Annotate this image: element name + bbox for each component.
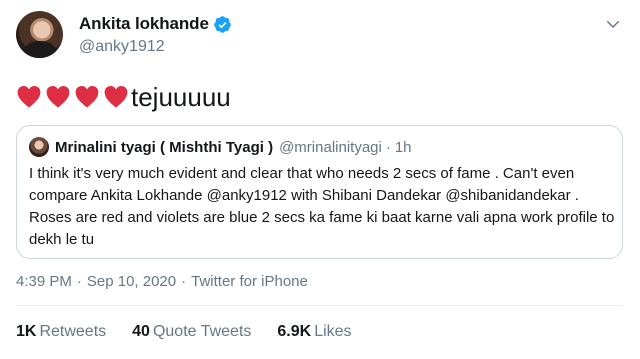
tweet-stats: 1K Retweets 40 Quote Tweets 6.9K Likes <box>16 321 378 343</box>
quoted-author-avatar <box>29 137 49 157</box>
quoted-tweet[interactable]: Mrinalini tyagi ( Mishthi Tyagi ) @mrina… <box>16 125 623 259</box>
author-name[interactable]: Ankita lokhande <box>79 14 209 34</box>
author-avatar[interactable] <box>16 11 63 58</box>
meta-separator: · <box>76 272 82 290</box>
quoted-tweet-header: Mrinalini tyagi ( Mishthi Tyagi ) @mrina… <box>29 136 412 158</box>
verified-badge-icon <box>213 15 232 34</box>
divider <box>16 305 623 306</box>
quoted-author-handle: @mrinalinityagi <box>279 138 382 156</box>
quoted-tweet-body: I think it's very much evident and clear… <box>29 165 615 248</box>
quote-tweets-count: 40 <box>132 323 150 340</box>
quote-tweets-label: Quote Tweets <box>152 323 252 340</box>
quoted-tweet-time: 1h <box>394 138 412 156</box>
red-heart-icon <box>74 84 100 110</box>
tweet-time[interactable]: 4:39 PM <box>16 273 72 290</box>
more-options-chevron-icon[interactable] <box>604 15 622 33</box>
author-handle[interactable]: @anky1912 <box>79 38 232 56</box>
quoted-dot-separator: · <box>385 138 391 156</box>
retweets-count: 1K <box>16 323 37 340</box>
likes-stat[interactable]: 6.9K Likes <box>277 323 351 341</box>
quote-tweets-stat[interactable]: 40 Quote Tweets <box>132 323 251 341</box>
red-heart-icon <box>16 84 42 110</box>
quoted-author-name: Mrinalini tyagi ( Mishthi Tyagi ) <box>55 138 274 156</box>
tweet-text: tejuuuuu <box>16 82 231 112</box>
author-block: Ankita lokhande @anky1912 <box>79 13 232 56</box>
tweet-card: Ankita lokhande @anky1912 tejuuuuu Mrina… <box>0 0 640 359</box>
meta-separator: · <box>181 272 187 290</box>
retweets-stat[interactable]: 1K Retweets <box>16 323 106 341</box>
hearts-group <box>16 84 132 110</box>
author-name-row: Ankita lokhande <box>79 13 232 35</box>
likes-label: Likes <box>314 323 352 340</box>
tweet-source-link[interactable]: Twitter for iPhone <box>191 273 308 290</box>
tweet-meta: 4:39 PM · Sep 10, 2020 · Twitter for iPh… <box>16 270 308 292</box>
red-heart-icon <box>103 84 129 110</box>
tweet-text-word: tejuuuuu <box>131 82 231 112</box>
tweet-date[interactable]: Sep 10, 2020 <box>87 273 176 290</box>
retweets-label: Retweets <box>39 323 107 340</box>
red-heart-icon <box>45 84 71 110</box>
likes-count: 6.9K <box>277 323 312 340</box>
